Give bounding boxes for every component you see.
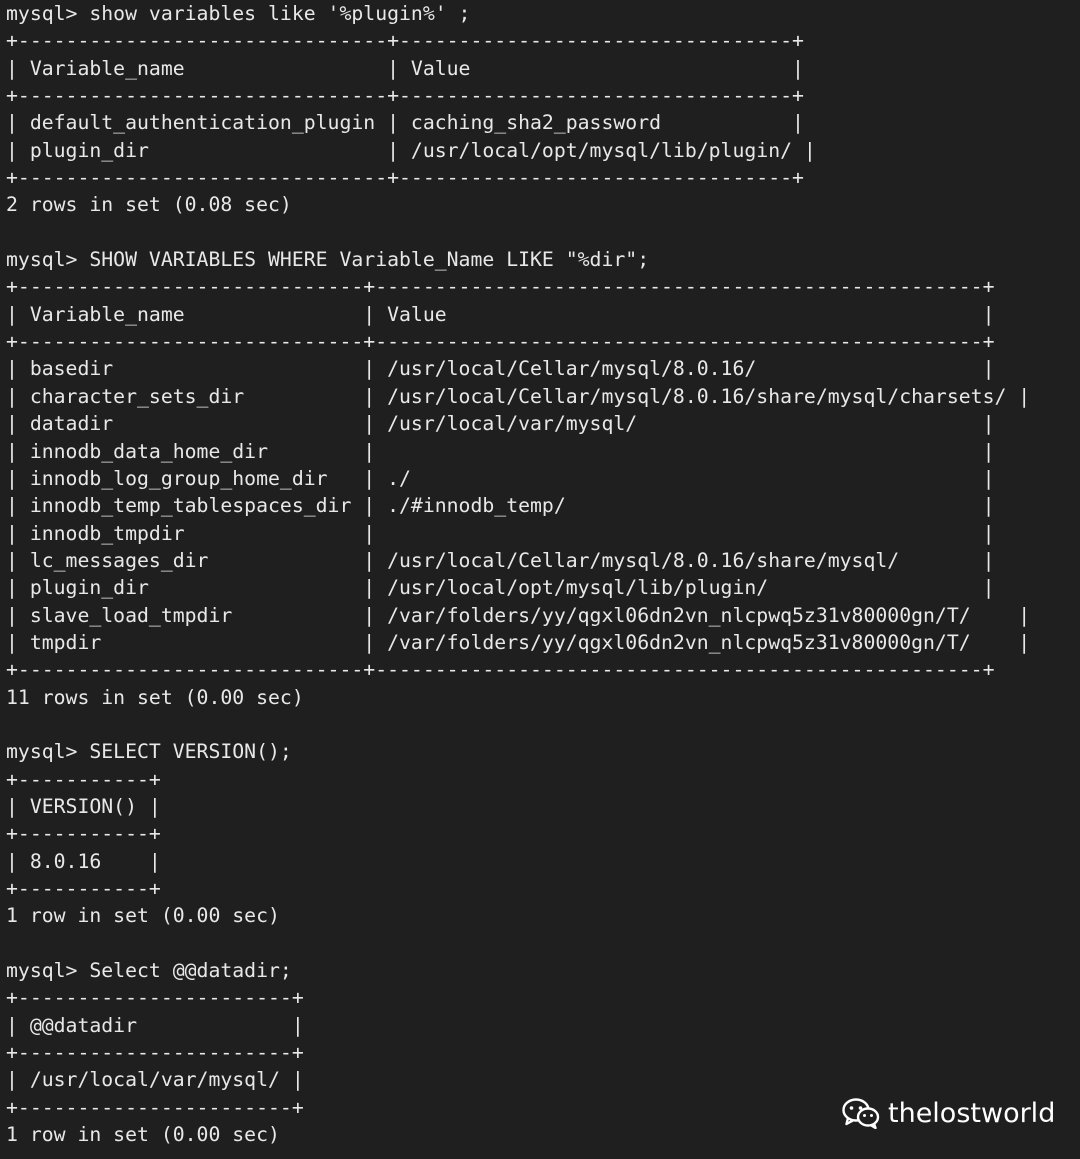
output-line: +-------------------------------+-------… (6, 166, 804, 190)
watermark-text: thelostworld (888, 1097, 1056, 1129)
output-line: | /usr/local/var/mysql/ | (6, 1068, 304, 1092)
command-line: mysql> SHOW VARIABLES WHERE Variable_Nam… (6, 248, 650, 272)
output-line: +-----------+ (6, 877, 161, 900)
output-line: | Variable_name | Value | (6, 56, 804, 80)
output-line: +-----------------------------+---------… (6, 330, 995, 354)
output-line: | tmpdir | /var/folders/yy/qgxl06dn2vn_n… (6, 630, 1031, 654)
output-line: 1 row in set (0.00 sec) (6, 904, 280, 928)
output-line: 11 rows in set (0.00 sec) (6, 685, 304, 709)
wechat-icon (842, 1097, 880, 1129)
output-line: | innodb_log_group_home_dir | ./ | (6, 466, 995, 490)
command-line: mysql> Select @@datadir; (6, 959, 292, 983)
output-line: | datadir | /usr/local/var/mysql/ | (6, 412, 995, 436)
command-line: mysql> SELECT VERSION(); (6, 740, 292, 764)
output-line: | slave_load_tmpdir | /var/folders/yy/qg… (6, 603, 1031, 627)
output-line: | 8.0.16 | (6, 849, 161, 873)
output-line: +-----------+ (6, 767, 161, 791)
output-line: | @@datadir | (6, 1013, 304, 1037)
output-line: | default_authentication_plugin | cachin… (6, 111, 804, 135)
output-line: +-----------------------------+---------… (6, 658, 995, 682)
output-line: | character_sets_dir | /usr/local/Cellar… (6, 384, 1031, 408)
output-line: +-----------------------------+---------… (6, 275, 995, 299)
output-line: +-------------------------------+-------… (6, 84, 804, 108)
output-line: | VERSION() | (6, 794, 161, 818)
output-line: | basedir | /usr/local/Cellar/mysql/8.0.… (6, 357, 995, 381)
terminal-output: mysql> show variables like '%plugin%' ; +… (6, 0, 1066, 1159)
output-line: | innodb_tmpdir | | (6, 521, 995, 545)
command-line: mysql> show variables like '%plugin%' ; (6, 2, 471, 25)
output-line: +-----------+ (6, 822, 161, 846)
output-line: | lc_messages_dir | /usr/local/Cellar/my… (6, 548, 995, 572)
output-line: | plugin_dir | /usr/local/opt/mysql/lib/… (6, 576, 995, 600)
output-line: 2 rows in set (0.08 sec) (6, 193, 292, 217)
output-line: +-----------------------+ (6, 986, 304, 1010)
output-line: | innodb_data_home_dir | | (6, 439, 995, 463)
output-line: | innodb_temp_tablespaces_dir | ./#innod… (6, 494, 995, 518)
output-line: +-------------------------------+-------… (6, 29, 804, 53)
watermark: thelostworld (842, 1093, 1055, 1133)
output-line: | Variable_name | Value | (6, 302, 995, 326)
output-line: | plugin_dir | /usr/local/opt/mysql/lib/… (6, 138, 816, 162)
output-line: +-----------------------+ (6, 1041, 304, 1065)
